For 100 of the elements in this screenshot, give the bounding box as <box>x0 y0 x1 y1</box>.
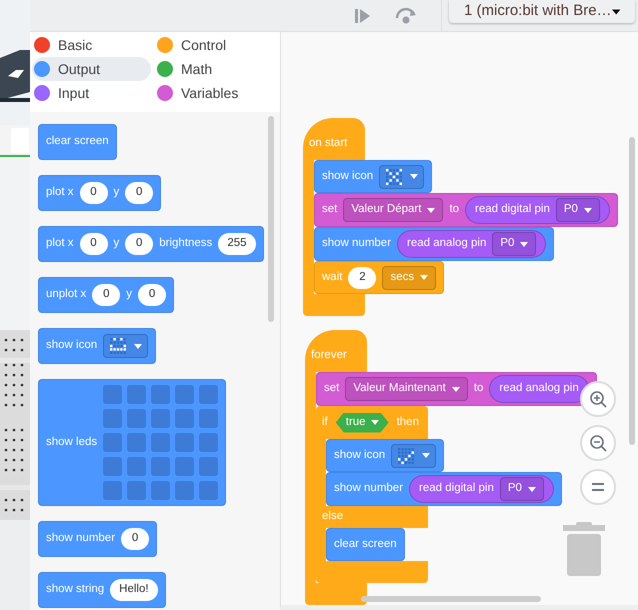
code-block[interactable]: show icon <box>314 160 432 193</box>
category-item[interactable]: Control <box>155 33 274 57</box>
led-toggle[interactable] <box>151 409 170 428</box>
led-toggle[interactable] <box>199 457 218 476</box>
code-block[interactable]: plot x 0 y 0 <box>38 175 162 211</box>
icon-dropdown[interactable] <box>379 164 424 188</box>
led-toggle[interactable] <box>127 481 146 500</box>
else-label: else <box>316 506 428 528</box>
block-label: clear screen <box>334 536 397 552</box>
led-toggle[interactable] <box>151 433 170 452</box>
category-item[interactable]: Output <box>32 57 151 81</box>
led-toggle[interactable] <box>127 409 146 428</box>
device-dropdown[interactable]: 1 (micro:bit with Bre… <box>449 0 635 23</box>
led-toggle[interactable] <box>175 481 194 500</box>
category-item[interactable]: Math <box>155 57 274 81</box>
led-toggle[interactable] <box>103 433 122 452</box>
code-block[interactable]: set Valeur Départ to read digital pin P0 <box>314 193 618 227</box>
led-toggle[interactable] <box>151 481 170 500</box>
block-label: show string <box>46 582 104 598</box>
dropdown[interactable]: P0 <box>500 477 544 501</box>
icon-dropdown[interactable] <box>391 444 436 468</box>
led-toggle[interactable] <box>175 385 194 404</box>
block-label: show icon <box>322 168 374 184</box>
caret-icon <box>584 208 592 212</box>
zoom-out-button[interactable] <box>580 425 616 461</box>
reporter-block[interactable]: read analog pin <box>489 375 589 403</box>
value-field[interactable]: 0 <box>80 233 108 255</box>
led-toggle[interactable] <box>103 385 122 404</box>
reporter-block[interactable]: read digital pin P0 <box>409 475 554 503</box>
code-block[interactable]: plot x 0 y 0 brightness 255 <box>38 226 264 262</box>
category-item[interactable]: Input <box>32 81 151 105</box>
code-block[interactable]: show number read digital pin P0 <box>326 472 562 506</box>
led-toggle[interactable] <box>151 385 170 404</box>
dropdown[interactable]: secs <box>382 266 436 290</box>
code-block[interactable]: set Valeur Maintenant to read analog pin <box>316 372 597 406</box>
led-toggle[interactable] <box>127 457 146 476</box>
value-field[interactable]: 0 <box>121 528 150 550</box>
code-block[interactable]: show icon <box>326 439 444 472</box>
block-label: if <box>322 414 328 430</box>
block-label: read analog pin <box>407 236 486 252</box>
led-toggle[interactable] <box>199 481 218 500</box>
if-block[interactable]: if true then <box>316 406 428 439</box>
scrollbar[interactable] <box>268 116 274 322</box>
icon-dropdown[interactable] <box>103 334 148 358</box>
value-field[interactable]: 0 <box>125 182 154 204</box>
dropdown[interactable]: Valeur Départ <box>343 198 444 222</box>
code-block[interactable]: show number 0 <box>38 521 158 557</box>
led-toggle[interactable] <box>103 409 122 428</box>
code-block[interactable]: show leds <box>38 379 226 506</box>
reporter-block[interactable]: read analog pin P0 <box>397 230 546 258</box>
led-toggle[interactable] <box>175 433 194 452</box>
code-block[interactable]: clear screen <box>38 124 117 160</box>
scrollbar[interactable] <box>361 596 541 602</box>
value-field[interactable]: 2 <box>348 266 376 288</box>
caret-icon <box>427 208 436 212</box>
code-block[interactable]: show icon <box>38 328 156 364</box>
value-field[interactable]: 0 <box>138 284 166 306</box>
value-field[interactable]: Hello! <box>110 579 158 601</box>
code-block[interactable]: clear screen <box>326 528 405 561</box>
code-block[interactable]: show number read analog pin P0 <box>314 227 554 261</box>
trash-icon <box>563 522 605 576</box>
block-label: unplot x <box>46 287 86 302</box>
code-block[interactable]: unplot x 0 y 0 <box>38 277 174 313</box>
scrollbar[interactable] <box>629 137 635 445</box>
reset-zoom-button[interactable] <box>580 469 616 505</box>
block-label: show leds <box>46 434 98 450</box>
caret-icon <box>420 275 428 280</box>
code-block[interactable]: show string Hello! <box>38 572 166 608</box>
value-field[interactable]: 0 <box>80 182 108 204</box>
zoom-in-button[interactable] <box>580 381 616 417</box>
value-field[interactable]: 0 <box>125 233 154 255</box>
dropdown[interactable]: Valeur Maintenant <box>345 377 468 401</box>
value-field[interactable]: 0 <box>92 284 120 306</box>
block-label: show icon <box>334 448 386 463</box>
led-toggle[interactable] <box>127 385 146 404</box>
led-toggle[interactable] <box>199 433 218 452</box>
led-toggle[interactable] <box>151 457 170 476</box>
block-label: y <box>114 236 120 252</box>
reporter-block[interactable]: read digital pin P0 <box>465 196 610 224</box>
caret-icon <box>422 453 430 458</box>
led-toggle[interactable] <box>199 409 218 428</box>
block-label: wait <box>322 270 342 285</box>
caret-icon <box>520 242 528 246</box>
led-toggle[interactable] <box>175 409 194 428</box>
value-field[interactable]: 255 <box>218 233 256 255</box>
dropdown[interactable]: P0 <box>492 232 536 256</box>
boolean-block[interactable]: true <box>336 412 389 432</box>
led-toggle[interactable] <box>103 457 122 476</box>
code-block[interactable]: wait 2 secs <box>314 261 444 294</box>
step-button[interactable] <box>355 8 371 22</box>
dropdown[interactable]: P0 <box>556 198 600 222</box>
caret-icon <box>370 420 379 425</box>
led-toggle[interactable] <box>199 385 218 404</box>
category-item[interactable]: Variables <box>155 81 274 105</box>
led-toggle[interactable] <box>175 457 194 476</box>
block-label: read digital pin <box>475 202 550 218</box>
led-toggle[interactable] <box>103 481 122 500</box>
zoom-out-icon <box>589 434 607 452</box>
category-item[interactable]: Basic <box>32 33 151 57</box>
led-toggle[interactable] <box>127 433 146 452</box>
